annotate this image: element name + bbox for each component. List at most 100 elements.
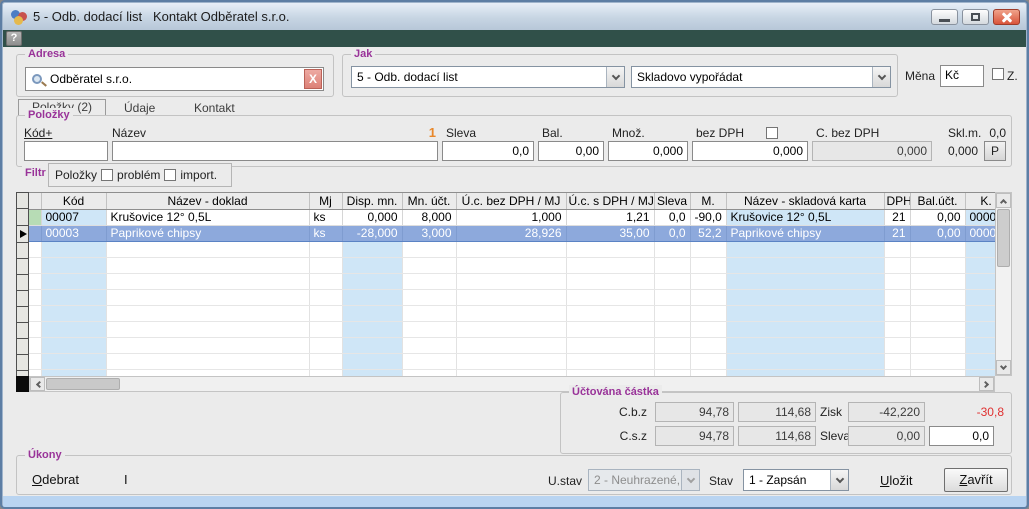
row-selector[interactable] [16,275,29,291]
warehouse-mode-select[interactable]: Skladovo vypořádat [631,66,891,88]
close-button[interactable] [993,9,1020,25]
doc-type-dropdown-button[interactable] [606,67,624,87]
code-input[interactable] [24,141,108,161]
doc-state-dropdown-button[interactable] [830,470,848,490]
table-cell[interactable]: 0,00 [910,225,965,241]
column-header[interactable]: M. [690,193,726,209]
table-cell[interactable]: 0000 [965,225,995,241]
table-cell[interactable]: 1,21 [566,209,654,225]
table-cell[interactable] [29,209,41,225]
table-cell[interactable]: ks [309,209,342,225]
maximize-button[interactable] [962,9,989,25]
remove-button[interactable]: Odebrat [32,472,79,487]
table-cell[interactable]: 52,2 [690,225,726,241]
table-cell[interactable]: 21 [884,209,910,225]
column-header[interactable]: Název - skladová karta [726,193,884,209]
title-bar[interactable]: 5 - Odb. dodací list Kontakt Odběratel s… [3,3,1026,30]
table-cell[interactable]: 1,000 [456,209,566,225]
table-cell[interactable]: Krušovice 12° 0,5L [726,209,884,225]
scroll-down-button[interactable] [996,360,1011,375]
doc-type-select[interactable]: 5 - Odb. dodací list [351,66,625,88]
discount-percent-input[interactable]: 0,0 [929,426,994,446]
table-cell[interactable] [29,225,41,241]
table-cell[interactable]: 0,0 [654,209,690,225]
empty-table-row[interactable] [29,273,995,289]
tab-udaje[interactable]: Údaje [124,101,155,115]
empty-table-row[interactable] [29,305,995,321]
vertical-scrollbar[interactable] [995,192,1012,376]
search-icon[interactable] [32,74,42,84]
row-selector[interactable] [16,291,29,307]
table-cell[interactable]: 35,00 [566,225,654,241]
empty-table-row[interactable] [29,289,995,305]
empty-table-row[interactable] [29,337,995,353]
scroll-left-button[interactable] [30,377,45,391]
empty-table-row[interactable] [29,321,995,337]
p-button[interactable]: P [984,141,1006,161]
address-input[interactable]: Odběratel s.r.o. X [25,67,324,91]
without-vat-input[interactable]: 0,000 [692,141,808,161]
row-selector[interactable] [16,307,29,323]
currency-field[interactable]: Kč [940,65,984,87]
table-cell[interactable]: 00003 [41,225,106,241]
column-header[interactable]: Ú.c. s DPH / MJ [566,193,654,209]
package-input[interactable]: 0,00 [538,141,604,161]
quantity-input[interactable]: 0,000 [608,141,688,161]
table-cell[interactable]: 21 [884,225,910,241]
vat-checkbox[interactable] [766,127,778,139]
z-checkbox[interactable] [992,68,1004,80]
import-checkbox[interactable] [164,169,176,181]
column-header[interactable]: Sleva [654,193,690,209]
doc-state-select[interactable]: 1 - Zapsán [743,469,849,491]
minimize-button[interactable] [931,9,958,25]
problem-checkbox[interactable] [101,169,113,181]
column-header[interactable]: Mn. účt. [402,193,456,209]
column-header[interactable]: Mj [309,193,342,209]
scroll-up-button[interactable] [996,193,1011,208]
table-cell[interactable]: 0000 [965,209,995,225]
code-column-label[interactable]: Kód+ [24,126,52,140]
help-button[interactable]: ? [6,31,22,46]
address-value[interactable]: Odběratel s.r.o. [50,72,304,86]
row-selector[interactable] [16,259,29,275]
empty-table-row[interactable] [29,353,995,369]
table-cell[interactable]: 8,000 [402,209,456,225]
warehouse-mode-dropdown-button[interactable] [872,67,890,87]
clear-address-button[interactable]: X [304,69,322,89]
row-selector[interactable] [16,339,29,355]
table-cell[interactable]: ks [309,225,342,241]
row-selector[interactable] [16,226,29,243]
empty-table-row[interactable] [29,369,995,376]
table-row[interactable]: 00007Krušovice 12° 0,5Lks0,0008,0001,000… [29,209,995,225]
horizontal-scroll-thumb[interactable] [46,378,120,390]
tab-kontakt[interactable]: Kontakt [194,101,235,115]
table-cell[interactable]: 28,926 [456,225,566,241]
table-cell[interactable]: 0,000 [342,209,402,225]
name-input[interactable] [112,141,438,161]
row-selector[interactable] [16,243,29,259]
table-cell[interactable]: -28,000 [342,225,402,241]
row-selector[interactable] [16,209,29,226]
table-cell[interactable]: 3,000 [402,225,456,241]
empty-table-row[interactable] [29,241,995,257]
row-selector[interactable] [16,323,29,339]
table-row[interactable]: 00003Paprikové chipsyks-28,0003,00028,92… [29,225,995,241]
horizontal-scrollbar[interactable] [29,376,995,392]
close-window-button[interactable]: Zavřít [944,468,1008,492]
empty-table-row[interactable] [29,257,995,273]
table-cell[interactable]: Paprikové chipsy [106,225,309,241]
scroll-right-button[interactable] [979,377,994,391]
save-button[interactable]: Uložit [880,473,913,488]
table-cell[interactable]: Krušovice 12° 0,5L [106,209,309,225]
column-header[interactable]: Kód [41,193,106,209]
column-header[interactable]: DPH [884,193,910,209]
column-header[interactable]: Disp. mn. [342,193,402,209]
table-cell[interactable]: -90,0 [690,209,726,225]
discount-input[interactable]: 0,0 [442,141,534,161]
table-cell[interactable]: Paprikové chipsy [726,225,884,241]
column-header[interactable]: Ú.c. bez DPH / MJ [456,193,566,209]
vertical-scroll-thumb[interactable] [997,209,1010,267]
column-header[interactable] [29,193,41,209]
column-header[interactable]: Název - doklad [106,193,309,209]
row-selector[interactable] [16,355,29,371]
